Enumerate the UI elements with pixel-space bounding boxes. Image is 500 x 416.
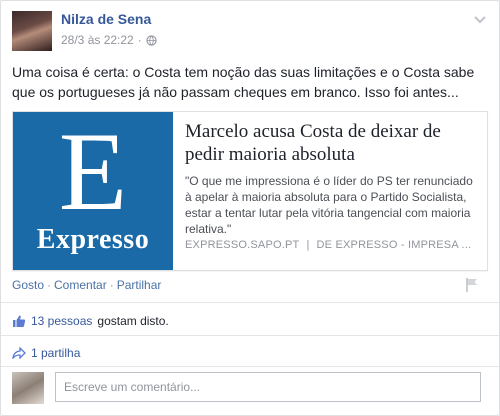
action-separator: ·: [109, 278, 114, 292]
shares-count[interactable]: 1 partilha: [31, 346, 80, 360]
link-thumbnail[interactable]: E Expresso: [13, 112, 173, 270]
like-link[interactable]: Gosto: [12, 278, 44, 292]
post-meta: 28/3 às 22:22 ·: [61, 33, 157, 47]
meta-separator: ·: [137, 33, 142, 47]
source-separator: |: [306, 239, 310, 251]
thumbs-up-icon: [13, 315, 26, 327]
link-preview[interactable]: E Expresso Marcelo acusa Costa de deixar…: [12, 111, 488, 271]
commenter-avatar: [12, 372, 44, 404]
thumbnail-brand: Expresso: [36, 224, 150, 255]
action-separator: ·: [47, 278, 52, 292]
thumbnail-letter: E: [58, 112, 128, 234]
post-actions: Gosto · Comentar · Partilhar: [12, 278, 161, 292]
likes-count[interactable]: 13 pessoas: [31, 314, 92, 328]
link-title[interactable]: Marcelo acusa Costa de deixar de pedir m…: [185, 120, 477, 166]
globe-icon[interactable]: [146, 34, 157, 46]
flag-icon[interactable]: [465, 277, 479, 293]
share-arrow-icon: [12, 347, 26, 359]
post-text: Uma coisa é certa: o Costa tem noção das…: [12, 64, 475, 100]
likes-suffix: gostam disto.: [97, 314, 169, 328]
link-body: Marcelo acusa Costa de deixar de pedir m…: [185, 120, 477, 237]
author-avatar[interactable]: [12, 11, 52, 51]
author-name[interactable]: Nilza de Sena: [61, 11, 151, 27]
link-source-line: EXPRESSO.SAPO.PT | DE EXPRESSO - IMPRESA .…: [185, 239, 477, 251]
chevron-down-icon[interactable]: [473, 15, 487, 25]
divider: [1, 302, 499, 303]
link-source-author: DE EXPRESSO - IMPRESA ...: [316, 239, 472, 251]
comment-input[interactable]: Escreve um comentário...: [55, 372, 481, 402]
share-link[interactable]: Partilhar: [117, 278, 162, 292]
comment-link[interactable]: Comentar: [54, 278, 107, 292]
post-card: Nilza de Sena 28/3 às 22:22 · Uma coisa …: [0, 0, 500, 416]
likes-summary: 13 pessoas gostam disto.: [12, 314, 169, 328]
divider: [1, 366, 499, 367]
divider: [1, 335, 499, 336]
post-timestamp[interactable]: 28/3 às 22:22: [61, 33, 134, 47]
shares-summary[interactable]: 1 partilha: [12, 346, 80, 360]
link-source: EXPRESSO.SAPO.PT: [185, 239, 300, 251]
link-description: "O que me impressiona é o líder do PS te…: [185, 174, 473, 236]
comment-composer: Escreve um comentário...: [12, 372, 486, 404]
